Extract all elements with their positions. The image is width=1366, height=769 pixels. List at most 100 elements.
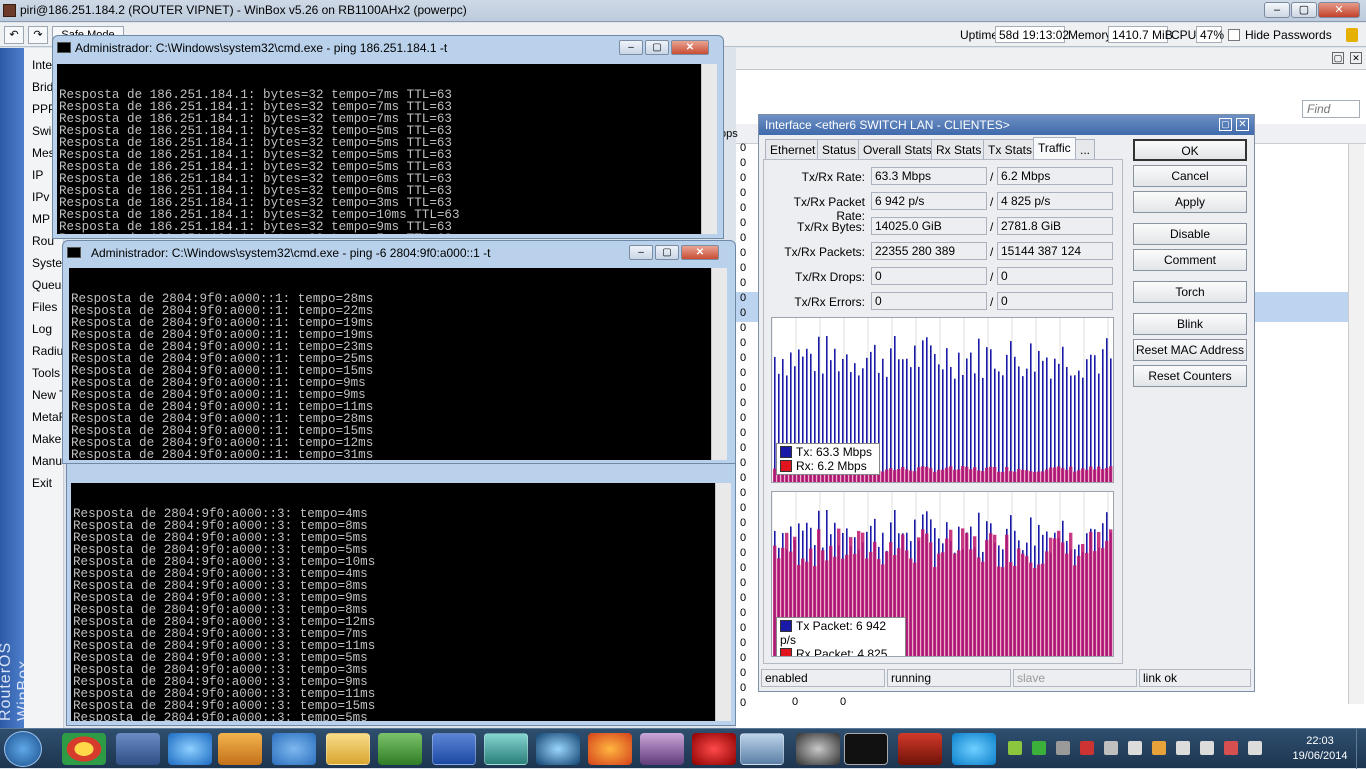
tray-green-icon[interactable] [1008, 741, 1022, 755]
dialog-maximize-icon[interactable]: ▢ [1219, 118, 1232, 131]
tray-steam-icon[interactable] [1056, 741, 1070, 755]
menu-log[interactable]: Log [32, 322, 52, 336]
cmd-window-3[interactable]: Resposta de 2804:9f0:a000::3: tempo=4ms R… [66, 458, 736, 726]
tray-flag-icon[interactable] [1224, 741, 1238, 755]
internet-explorer-icon[interactable] [168, 733, 212, 765]
cmd-window-1[interactable]: Administrador: C:\Windows\system32\cmd.e… [52, 35, 724, 239]
tab-traffic[interactable]: Traffic [1033, 137, 1076, 159]
reset-counters-button[interactable]: Reset Counters [1133, 365, 1247, 387]
tray-speaker-icon[interactable] [1152, 741, 1166, 755]
chrome-icon[interactable] [62, 733, 106, 765]
winbox-title-bar[interactable]: piri@186.251.184.2 (ROUTER VIPNET) - Win… [0, 0, 1366, 22]
cmd3-console[interactable]: Resposta de 2804:9f0:a000::3: tempo=4ms R… [71, 483, 717, 721]
cmd1-scrollbar[interactable] [701, 64, 717, 234]
tray-red-icon[interactable] [1080, 741, 1094, 755]
cmd1-console[interactable]: Resposta de 186.251.184.1: bytes=32 temp… [57, 64, 705, 234]
recording-icon[interactable] [692, 733, 736, 765]
tray-power-icon[interactable] [1248, 741, 1262, 755]
cmd1-maximize-button[interactable]: ▢ [645, 40, 669, 55]
dota-icon[interactable] [898, 733, 942, 765]
cmd-window-2[interactable]: Administrador: C:\Windows\system32\cmd.e… [62, 240, 736, 464]
tab-ethernet[interactable]: Ethernet [765, 139, 821, 159]
tab-tx-stats[interactable]: Tx Stats [983, 139, 1038, 159]
tab-rx-stats[interactable]: Rx Stats [931, 139, 987, 159]
comment-button[interactable]: Comment [1133, 249, 1247, 271]
minimize-button[interactable]: – [1264, 2, 1290, 18]
dialog-close-icon[interactable]: ✕ [1236, 118, 1249, 131]
tray-razer-icon[interactable] [1032, 741, 1046, 755]
interface-dialog[interactable]: Interface <ether6 SWITCH LAN - CLIENTES>… [758, 114, 1255, 692]
cmd3-scrollbar[interactable] [715, 483, 731, 721]
tab-overall-stats[interactable]: Overall Stats [858, 139, 937, 159]
app-icon[interactable] [378, 733, 422, 765]
menu-mpls[interactable]: MP [32, 212, 50, 226]
show-desktop-button[interactable] [1356, 729, 1366, 769]
clock-date: 19/06/2014 [1292, 750, 1348, 762]
rx-bar [1089, 466, 1093, 482]
drop-count: 0 [740, 622, 747, 634]
cmd2-close-button[interactable]: ✕ [681, 245, 719, 260]
tab-more[interactable]: ... [1075, 139, 1096, 159]
cmd-taskbar-icon[interactable] [844, 733, 888, 765]
menu-make-supout[interactable]: Make [32, 432, 61, 446]
close-button[interactable]: ✕ [1318, 2, 1360, 18]
menu-routing[interactable]: Rou [32, 234, 54, 248]
menu-bridge[interactable]: Brid [32, 80, 53, 94]
rx-bar [897, 469, 901, 482]
ok-button[interactable]: OK [1133, 139, 1247, 161]
cmd1-close-button[interactable]: ✕ [671, 40, 709, 55]
apply-button[interactable]: Apply [1133, 191, 1247, 213]
menu-tools[interactable]: Tools [32, 366, 60, 380]
blink-button[interactable]: Blink [1133, 313, 1247, 335]
clock[interactable]: 22:03 19/06/2014 [1285, 734, 1355, 764]
rx-bar [989, 533, 993, 656]
menu-switch[interactable]: Swi [32, 124, 51, 138]
control-panel-icon[interactable] [740, 733, 784, 765]
cmd2-scrollbar[interactable] [711, 268, 727, 460]
firefox-icon[interactable] [588, 733, 632, 765]
cmd2-minimize-button[interactable]: – [629, 245, 653, 260]
status-enabled: enabled [761, 669, 885, 687]
menu-exit[interactable]: Exit [32, 476, 52, 490]
menu-files[interactable]: Files [32, 300, 57, 314]
undo-icon[interactable]: ↶ [4, 26, 24, 44]
globe-icon[interactable] [536, 733, 580, 765]
cancel-button[interactable]: Cancel [1133, 165, 1247, 187]
find-input[interactable] [1302, 100, 1360, 118]
redo-icon[interactable]: ↷ [28, 26, 48, 44]
file-explorer-icon[interactable] [326, 733, 370, 765]
drop-count: 0 [740, 442, 747, 454]
tray-usb-icon[interactable] [1176, 741, 1190, 755]
skype-icon[interactable] [952, 733, 996, 765]
tray-device-icon[interactable] [1104, 741, 1118, 755]
teamspeak-icon[interactable] [640, 733, 684, 765]
tray-network-icon[interactable] [1128, 741, 1142, 755]
rx-packet-color-swatch [780, 648, 792, 656]
network-tool-icon[interactable] [116, 733, 160, 765]
reset-mac-address-button[interactable]: Reset MAC Address [1133, 339, 1247, 361]
tab-status[interactable]: Status [817, 139, 862, 159]
rx-bar [945, 538, 949, 656]
disable-button[interactable]: Disable [1133, 223, 1247, 245]
winbox-taskbar-icon[interactable] [484, 733, 528, 765]
rx-bar [1045, 469, 1049, 482]
cmd2-console[interactable]: Resposta de 2804:9f0:a000::1: tempo=28ms… [69, 268, 717, 460]
restore-icon[interactable]: ▢ [1332, 52, 1344, 64]
menu-ip[interactable]: IP [32, 168, 43, 182]
list-scrollbar[interactable] [1348, 144, 1364, 704]
interface-dialog-title-bar[interactable]: Interface <ether6 SWITCH LAN - CLIENTES>… [759, 115, 1254, 135]
word-icon[interactable] [432, 733, 476, 765]
start-button[interactable] [4, 731, 42, 767]
torch-button[interactable]: Torch [1133, 281, 1247, 303]
cmd2-maximize-button[interactable]: ▢ [655, 245, 679, 260]
media-player-icon[interactable] [218, 733, 262, 765]
hide-passwords-checkbox[interactable] [1228, 29, 1240, 41]
menu-manual[interactable]: Manu [32, 454, 62, 468]
chat-app-icon[interactable] [272, 733, 316, 765]
close-list-icon[interactable]: ✕ [1350, 52, 1362, 64]
menu-ipv6[interactable]: IPv [32, 190, 49, 204]
maximize-button[interactable]: ▢ [1291, 2, 1317, 18]
tray-volume-icon[interactable] [1200, 741, 1214, 755]
cmd1-minimize-button[interactable]: – [619, 40, 643, 55]
steam-icon[interactable] [796, 733, 840, 765]
